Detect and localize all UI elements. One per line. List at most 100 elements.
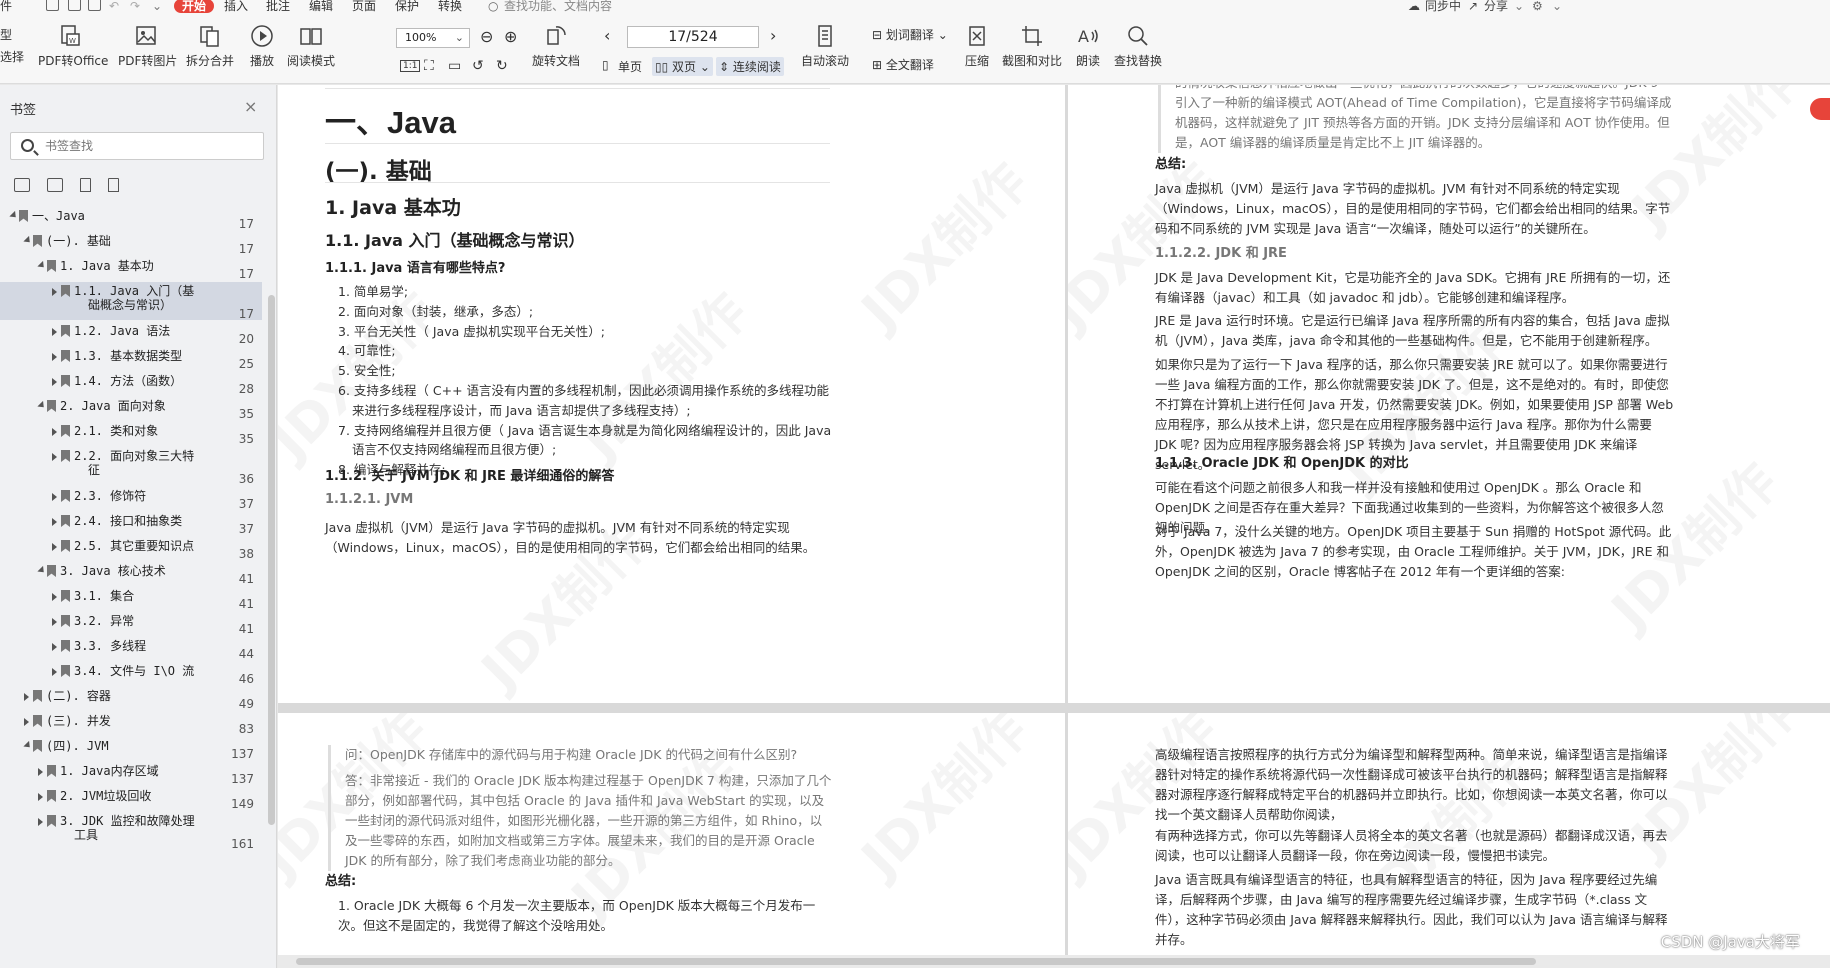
menu-search[interactable]: 查找功能、文档内容	[504, 0, 612, 13]
menu-insert[interactable]: 插入	[224, 0, 248, 13]
rotate-left-icon[interactable]: ↺	[472, 58, 484, 74]
chevron-right-icon[interactable]	[38, 818, 43, 826]
sidebar-item[interactable]: 2.1. 类和对象 35	[0, 422, 262, 446]
chevron-right-icon[interactable]	[52, 518, 57, 526]
sidebar-item[interactable]: 1.2. Java 语法 20	[0, 322, 262, 346]
double-page-button[interactable]: ▯▯ 双页 ⌄	[652, 57, 713, 76]
gear-icon[interactable]: ⚙	[1532, 0, 1543, 13]
chevron-right-icon[interactable]	[24, 693, 29, 701]
chevron-down-icon[interactable]	[23, 235, 33, 246]
zoom-in-icon[interactable]: ⊕	[504, 27, 517, 46]
ribbon-cut-bottom[interactable]: 选择	[0, 48, 24, 65]
sync-status[interactable]: 同步中	[1425, 0, 1461, 13]
chevron-right-icon[interactable]	[24, 718, 29, 726]
floating-assistant-icon[interactable]	[1810, 98, 1830, 120]
full-translate-button[interactable]: ⊞ 全文翻译	[872, 56, 934, 73]
sidebar-item[interactable]: 2.3. 修饰符 37	[0, 487, 262, 511]
sidebar-item[interactable]: 1. Java内存区域 137	[0, 762, 262, 786]
menu-protect[interactable]: 保护	[395, 0, 419, 13]
chevron-down-icon[interactable]	[23, 740, 33, 751]
sidebar-item[interactable]: 2. JVM垃圾回收 149	[0, 787, 262, 811]
fit-page-icon[interactable]: ⛶	[424, 58, 434, 74]
menu-annotate[interactable]: 批注	[266, 0, 290, 13]
zoom-out-icon[interactable]: ⊖	[480, 27, 493, 46]
sidebar-item[interactable]: 1.4. 方法（函数） 28	[0, 372, 262, 396]
ribbon-cut-top[interactable]: 型	[0, 26, 12, 43]
sidebar-item[interactable]: (三). 并发 83	[0, 712, 262, 736]
sidebar-item[interactable]: 3.2. 异常 41	[0, 612, 262, 636]
auto-scroll-button[interactable]: 自动滚动	[797, 24, 853, 69]
sidebar-item[interactable]: 2.5. 其它重要知识点 38	[0, 537, 262, 561]
open-icon[interactable]	[46, 0, 59, 11]
bookmark-search-input[interactable]	[45, 137, 255, 155]
next-page-icon[interactable]: ›	[770, 26, 776, 45]
menu-file-cut[interactable]: 件	[0, 0, 12, 13]
sidebar-item[interactable]: 1. Java 基本功 17	[0, 257, 262, 281]
sidebar-item[interactable]: (四). JVM 137	[0, 737, 262, 761]
menu-convert[interactable]: 转换	[438, 0, 462, 13]
compress-button[interactable]: 压缩	[962, 24, 992, 69]
screenshot-compare-button[interactable]: 截图和对比	[1000, 24, 1064, 69]
save-icon[interactable]	[68, 0, 81, 11]
find-replace-button[interactable]: 查找替换	[1112, 24, 1164, 69]
chevron-right-icon[interactable]	[38, 793, 43, 801]
horizontal-scrollbar[interactable]	[278, 955, 1830, 968]
single-page-button[interactable]: 单页	[618, 58, 642, 75]
sidebar-item[interactable]: 1.1. Java 入门（基 础概念与常识） 17	[0, 282, 262, 321]
more-options-icon[interactable]: ⌄	[1552, 0, 1562, 13]
sidebar-item[interactable]: 一、Java 17	[0, 207, 262, 231]
collapse-all-icon[interactable]	[47, 178, 64, 192]
document-viewer[interactable]: JDX制作 JDX制作 JDX制作 JDX制作 一、Java (一). 基础 1…	[278, 85, 1830, 968]
read-aloud-button[interactable]: A 朗读	[1074, 24, 1102, 69]
chevron-right-icon[interactable]	[52, 288, 57, 296]
search-icon[interactable]: ○	[488, 0, 498, 13]
chevron-right-icon[interactable]	[38, 768, 43, 776]
rotate-doc-button[interactable]: 旋转文档	[530, 24, 582, 69]
chevron-right-icon[interactable]	[52, 668, 57, 676]
sidebar-item[interactable]: (一). 基础 17	[0, 232, 262, 256]
play-button[interactable]: 播放	[248, 24, 276, 69]
menu-page[interactable]: 页面	[352, 0, 376, 13]
share-chevron-icon[interactable]: ⌄	[1514, 0, 1524, 13]
sidebar-item[interactable]: 2. Java 面向对象 35	[0, 397, 262, 421]
expand-all-icon[interactable]	[14, 178, 30, 192]
continuous-read-button[interactable]: ⇕ 连续阅读	[716, 57, 784, 76]
sidebar-item[interactable]: 3. Java 核心技术 41	[0, 562, 262, 586]
chevron-right-icon[interactable]	[52, 378, 57, 386]
chevron-down-icon[interactable]	[37, 260, 47, 271]
sidebar-item[interactable]: 3.4. 文件与 I\O 流 46	[0, 662, 262, 686]
chevron-right-icon[interactable]	[52, 328, 57, 336]
sidebar-item[interactable]: 3.1. 集合 41	[0, 587, 262, 611]
bookmark-icon[interactable]	[108, 178, 120, 192]
fit-width-icon[interactable]: ▭	[448, 58, 461, 74]
single-page-icon[interactable]: ▯	[602, 58, 609, 72]
close-icon[interactable]: ×	[244, 97, 257, 116]
add-bookmark-icon[interactable]	[80, 178, 92, 192]
redo-icon[interactable]: ↷	[130, 0, 140, 13]
menu-start[interactable]: 开始	[174, 0, 215, 13]
chevron-down-icon[interactable]	[37, 400, 47, 411]
chevron-right-icon[interactable]	[52, 428, 57, 436]
sidebar-item[interactable]: 1.3. 基本数据类型 25	[0, 347, 262, 371]
chevron-right-icon[interactable]	[52, 353, 57, 361]
zoom-select[interactable]: 100% ⌄	[396, 28, 470, 48]
sidebar-item[interactable]: 2.4. 接口和抽象类 37	[0, 512, 262, 536]
pdf-to-image-button[interactable]: PDF转图片	[118, 24, 177, 69]
sidebar-item[interactable]: 3. JDK 监控和故障处理 工具 161	[0, 812, 262, 851]
pdf-to-office-button[interactable]: W PDF转Office	[38, 24, 108, 69]
read-mode-button[interactable]: 阅读模式	[285, 24, 337, 69]
chevron-right-icon[interactable]	[52, 593, 57, 601]
more-icon[interactable]: ⌄	[152, 0, 162, 13]
bookmark-search[interactable]	[10, 132, 264, 160]
split-merge-button[interactable]: 拆分合并	[182, 24, 238, 69]
menu-edit[interactable]: 编辑	[309, 0, 333, 13]
sidebar-item[interactable]: (二). 容器 49	[0, 687, 262, 711]
chevron-right-icon[interactable]	[52, 643, 57, 651]
prev-page-icon[interactable]: ‹	[604, 26, 610, 45]
sidebar-scrollbar[interactable]	[268, 295, 275, 825]
sidebar-item[interactable]: 3.3. 多线程 44	[0, 637, 262, 661]
word-translate-button[interactable]: ⊟ 划词翻译 ⌄	[872, 26, 948, 43]
share-button[interactable]: 分享	[1484, 0, 1508, 13]
rotate-right-icon[interactable]: ↻	[496, 58, 508, 74]
scrollbar-thumb[interactable]	[296, 958, 1536, 965]
